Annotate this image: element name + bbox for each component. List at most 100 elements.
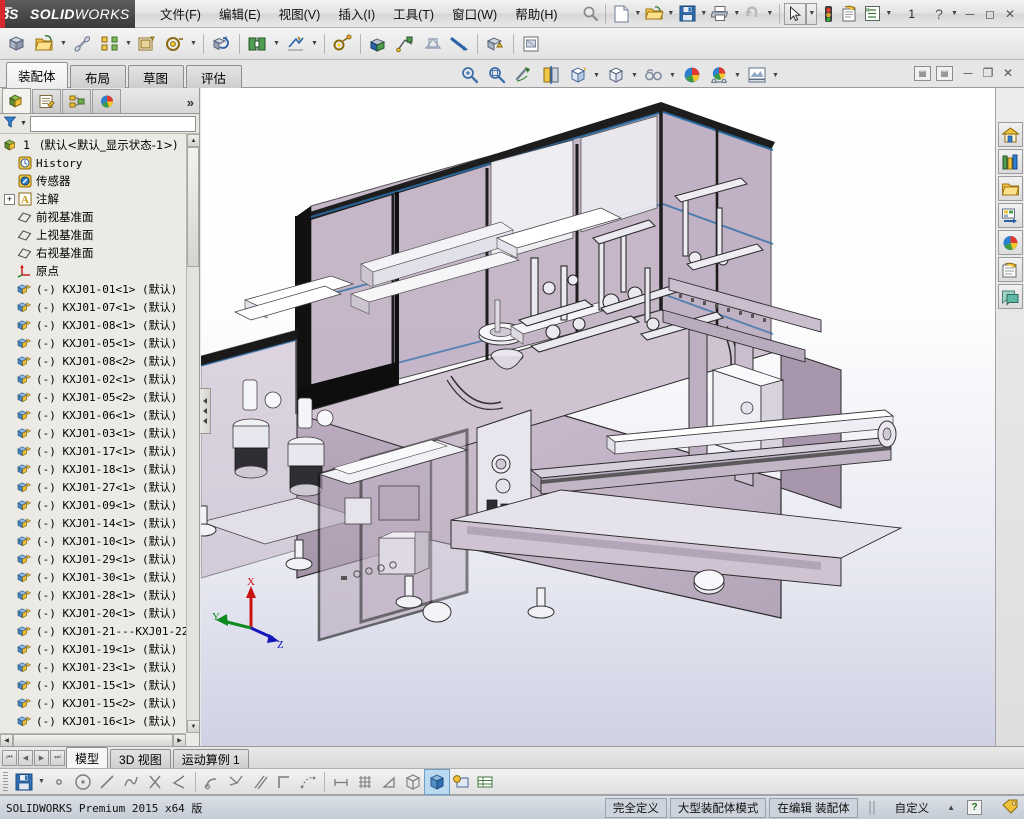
tree-item[interactable]: (-) KXJ01-03<1> (默认) (0, 424, 186, 442)
first-tab-icon[interactable]: ⏮ (2, 750, 17, 766)
corner-icon[interactable] (272, 770, 296, 794)
move-component-icon[interactable] (208, 30, 235, 58)
view-settings-dropdown[interactable] (770, 64, 781, 86)
next-tab-icon[interactable]: ▶ (34, 750, 49, 766)
tree-vertical-scrollbar[interactable]: ▲ ▼ (186, 134, 199, 733)
tree-item[interactable]: (-) KXJ01-07<1> (默认) (0, 298, 186, 316)
tab-assembly[interactable]: 装配体 (6, 62, 68, 88)
doc-minimize-icon[interactable]: ─ (958, 64, 978, 82)
tree-item[interactable]: (-) KXJ01-21---KXJ01-22< (0, 622, 186, 640)
offset-icon[interactable] (248, 770, 272, 794)
restore-icon[interactable]: ◻ (980, 5, 1000, 23)
tree-item[interactable]: (-) KXJ01-08<1> (默认) (0, 316, 186, 334)
new-motion-study-icon[interactable] (282, 30, 309, 58)
tree-item[interactable]: History (0, 154, 186, 172)
assembly-features-icon[interactable] (244, 30, 271, 58)
grid-icon[interactable] (353, 770, 377, 794)
new-motion-study-dropdown[interactable] (309, 33, 320, 55)
print-icon[interactable] (709, 3, 731, 25)
tab-layout[interactable]: 布局 (69, 65, 126, 88)
new-document-dropdown[interactable] (632, 3, 643, 25)
menu-file[interactable]: 文件(F) (151, 0, 210, 27)
graphics-area[interactable]: X Y Z (201, 88, 995, 746)
insert-components-icon[interactable] (4, 30, 31, 58)
scroll-down-button[interactable]: ▼ (187, 720, 199, 733)
menu-window[interactable]: 窗口(W) (443, 0, 506, 27)
circle-icon[interactable] (71, 770, 95, 794)
design-library-icon[interactable] (997, 149, 1023, 174)
tree-item[interactable]: (-) KXJ01-29<1> (默认) (0, 550, 186, 568)
tree-item[interactable]: (-) KXJ01-18<1> (默认) (0, 460, 186, 478)
view-orientation-dropdown[interactable] (591, 64, 602, 86)
status-help-icon[interactable]: ? (967, 800, 982, 815)
solidworks-forum-icon[interactable] (997, 284, 1023, 309)
expand-panel-chevron-icon[interactable]: » (187, 95, 194, 113)
options-icon[interactable] (861, 3, 883, 25)
tab-sketch[interactable]: 草图 (127, 65, 184, 88)
zoom-to-fit-icon[interactable] (456, 61, 483, 89)
split-horizontal-icon[interactable]: ▤ (914, 65, 931, 81)
home-icon[interactable] (997, 122, 1023, 147)
hide-show-icon[interactable] (640, 61, 667, 89)
help-dropdown[interactable] (949, 3, 960, 25)
view-orientation-icon[interactable] (564, 61, 591, 89)
hole-series-icon[interactable] (446, 30, 473, 58)
line-icon[interactable] (95, 770, 119, 794)
tree-item[interactable]: 传感器 (0, 172, 186, 190)
search-icon[interactable] (579, 3, 601, 25)
fillet-icon[interactable] (200, 770, 224, 794)
section-view-icon[interactable] (537, 61, 564, 89)
filter-icon[interactable] (3, 115, 17, 132)
tab-evaluate[interactable]: 评估 (185, 65, 242, 88)
view-settings-icon[interactable] (743, 61, 770, 89)
rebuild-icon[interactable] (839, 3, 861, 25)
last-tab-icon[interactable]: ⏭ (50, 750, 65, 766)
performance-evaluation-icon[interactable]: ! (482, 30, 509, 58)
menu-edit[interactable]: 编辑(E) (210, 0, 270, 27)
open-dropdown[interactable] (665, 3, 676, 25)
smart-dimension-icon[interactable] (329, 770, 353, 794)
zoom-to-area-icon[interactable] (483, 61, 510, 89)
reference-geometry-dropdown[interactable] (188, 33, 199, 55)
configuration-manager-tab[interactable] (62, 89, 91, 113)
scene-icon[interactable] (705, 61, 732, 89)
tree-item[interactable]: + A 注解 (0, 190, 186, 208)
smart-fasteners-icon[interactable] (134, 30, 161, 58)
edit-component-icon[interactable] (31, 30, 58, 58)
zoom-window-icon[interactable] (449, 770, 473, 794)
scene-dropdown[interactable] (732, 64, 743, 86)
scroll-right-button[interactable]: ▶ (173, 734, 186, 746)
tree-item[interactable]: (-) KXJ01-09<1> (默认) (0, 496, 186, 514)
shaded-box-icon[interactable] (424, 768, 450, 795)
tree-item[interactable]: (-) KXJ01-15<1> (默认) (0, 676, 186, 694)
tree-item[interactable]: (-) KXJ01-05<1> (默认) (0, 334, 186, 352)
minimize-icon[interactable]: ─ (960, 5, 980, 23)
bom-icon[interactable] (329, 30, 356, 58)
scroll-thumb-vertical[interactable] (187, 147, 199, 267)
menu-help[interactable]: 帮助(H) (506, 0, 566, 27)
save-icon[interactable] (12, 770, 36, 794)
undo-dropdown[interactable] (764, 3, 775, 25)
save-dropdown[interactable] (698, 3, 709, 25)
toolbar-grip[interactable] (3, 771, 8, 792)
edit-component-dropdown[interactable] (58, 33, 69, 55)
assembly-features-dropdown[interactable] (271, 33, 282, 55)
open-folder-icon[interactable] (643, 3, 665, 25)
trim-icon[interactable] (143, 770, 167, 794)
tree-item[interactable]: (-) KXJ01-19<1> (默认) (0, 640, 186, 658)
tree-item[interactable]: (-) KXJ01-30<1> (默认) (0, 568, 186, 586)
tree-item[interactable]: (-) KXJ01-08<2> (默认) (0, 352, 186, 370)
new-document-icon[interactable] (610, 3, 632, 25)
spline-icon[interactable] (119, 770, 143, 794)
point-icon[interactable] (47, 770, 71, 794)
scroll-left-button[interactable]: ◀ (0, 734, 13, 746)
menu-insert[interactable]: 插入(I) (329, 0, 384, 27)
display-manager-tab[interactable] (92, 89, 121, 113)
angle-icon[interactable] (167, 770, 191, 794)
prev-tab-icon[interactable]: ◀ (18, 750, 33, 766)
select-arrow-icon[interactable] (784, 2, 807, 25)
construction-geometry-icon[interactable] (296, 770, 320, 794)
relations-icon[interactable] (377, 770, 401, 794)
tree-expand-button[interactable]: + (4, 193, 15, 205)
custom-properties-icon[interactable] (997, 257, 1023, 282)
